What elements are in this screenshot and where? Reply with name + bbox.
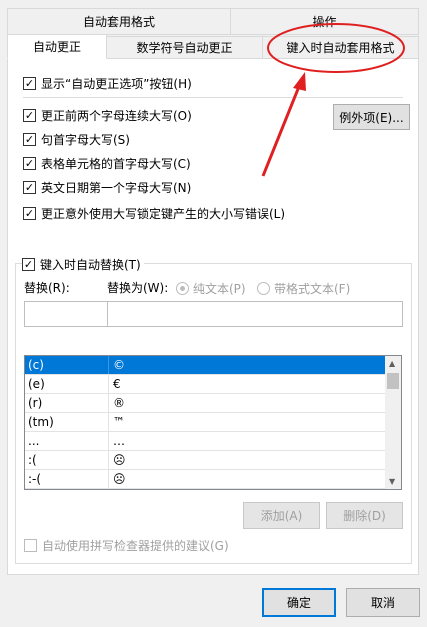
plain-text-label: 纯文本(P) (193, 281, 246, 296)
list-item[interactable]: :-( ☹ (25, 470, 386, 489)
radio-circle (257, 281, 270, 295)
list-item[interactable]: :( ☹ (25, 451, 386, 470)
tab-actions-label: 操作 (312, 15, 337, 29)
list-item-from: (tm) (28, 415, 54, 429)
list-item-from: (r) (28, 396, 43, 410)
list-item-to: © (113, 358, 125, 372)
tab-autoformat-as-you-type-label: 键入时自动套用格式 (286, 41, 395, 55)
checkbox-label: 表格单元格的首字母大写(C) (41, 156, 191, 171)
list-item[interactable]: ... … (25, 432, 386, 451)
delete-button-label: 删除(D) (343, 509, 386, 523)
list-item-from: :-( (28, 472, 42, 486)
checkbox-box: ✓ (23, 108, 36, 122)
formatted-text-label: 带格式文本(F) (274, 281, 351, 296)
tab-actions[interactable]: 操作 (230, 8, 419, 35)
replace-label: 替换(R): (24, 281, 70, 295)
spellcheck-suggestions-checkbox[interactable]: 自动使用拼写检查器提供的建议(G) (24, 536, 229, 554)
checkbox-label: 键入时自动替换(T) (40, 257, 141, 272)
checkbox-label: 句首字母大写(S) (41, 132, 130, 147)
checkbox-label: 更正前两个字母连续大写(O) (41, 108, 192, 123)
list-item-from: (e) (28, 377, 45, 391)
tab-autoformat-label: 自动套用格式 (82, 15, 155, 29)
show-options-buttons-checkbox[interactable]: ✓ 显示“自动更正选项”按钮(H) (23, 74, 192, 92)
checkbox-box: ✓ (23, 156, 36, 170)
list-item-from: :( (28, 453, 37, 467)
radio-circle (176, 281, 189, 295)
checkbox-label: 英文日期第一个字母大写(N) (41, 180, 192, 195)
replacement-list[interactable]: (c) © (e) € (r) ® (tm) ™ ... … :( ☹ :-( … (24, 355, 402, 490)
cancel-button-label: 取消 (370, 596, 395, 610)
checkbox-box (24, 538, 37, 552)
ok-button-label: 确定 (286, 596, 311, 610)
list-item[interactable]: (e) € (25, 375, 386, 394)
list-item-from: (c) (28, 358, 44, 372)
correct-two-initial-capitals-checkbox[interactable]: ✓ 更正前两个字母连续大写(O) (23, 106, 192, 124)
with-input[interactable] (107, 301, 403, 327)
checkbox-box: ✓ (23, 180, 36, 194)
list-item[interactable]: (c) © (25, 356, 386, 375)
radio-dot (180, 285, 185, 291)
scroll-thumb[interactable] (387, 373, 399, 389)
cancel-button[interactable]: 取消 (346, 588, 420, 617)
ok-button[interactable]: 确定 (262, 588, 336, 617)
tab-autocorrect[interactable]: 自动更正 (7, 34, 107, 59)
exceptions-button-label: 例外项(E)... (339, 110, 404, 125)
checkbox-box: ✓ (22, 257, 35, 271)
checkbox-label: 显示“自动更正选项”按钮(H) (41, 76, 192, 91)
tab-math-autocorrect-label: 数学符号自动更正 (136, 41, 233, 55)
checkbox-box: ✓ (23, 76, 36, 90)
tab-autoformat[interactable]: 自动套用格式 (7, 8, 231, 35)
replace-as-you-type-checkbox[interactable]: ✓ 键入时自动替换(T) (22, 255, 144, 273)
tab-autocorrect-label: 自动更正 (32, 40, 81, 54)
correct-caps-lock-checkbox[interactable]: ✓ 更正意外使用大写锁定键产生的大小写错误(L) (23, 204, 285, 222)
separator (23, 97, 403, 98)
list-item[interactable]: (tm) ™ (25, 413, 386, 432)
add-button[interactable]: 添加(A) (243, 502, 320, 529)
checkbox-label: 更正意外使用大写锁定键产生的大小写错误(L) (41, 206, 286, 221)
tab-math-autocorrect[interactable]: 数学符号自动更正 (106, 36, 263, 59)
checkbox-label: 自动使用拼写检查器提供的建议(G) (42, 538, 229, 553)
list-item[interactable]: (r) ® (25, 394, 386, 413)
list-item-to: ☹ (113, 472, 126, 486)
list-item-to: € (113, 377, 121, 391)
plain-text-radio[interactable]: 纯文本(P) (176, 280, 246, 296)
tab-autoformat-as-you-type[interactable]: 键入时自动套用格式 (262, 36, 419, 59)
list-item-to: ☹ (113, 453, 126, 467)
add-button-label: 添加(A) (260, 509, 303, 523)
capitalize-day-names-checkbox[interactable]: ✓ 英文日期第一个字母大写(N) (23, 178, 191, 196)
formatted-text-radio[interactable]: 带格式文本(F) (257, 280, 350, 296)
scroll-down-icon[interactable]: ▼ (389, 477, 395, 486)
delete-button[interactable]: 删除(D) (326, 502, 403, 529)
list-item-to: ™ (113, 415, 125, 429)
replace-input[interactable] (24, 301, 108, 327)
checkbox-box: ✓ (23, 206, 36, 220)
capitalize-table-cells-checkbox[interactable]: ✓ 表格单元格的首字母大写(C) (23, 154, 191, 172)
capitalize-first-letter-sentences-checkbox[interactable]: ✓ 句首字母大写(S) (23, 130, 130, 148)
scroll-up-icon[interactable]: ▲ (389, 359, 395, 368)
list-item-to: … (113, 434, 125, 448)
with-label: 替换为(W): (107, 281, 169, 295)
list-scrollbar[interactable]: ▲ ▼ (385, 356, 401, 489)
exceptions-button[interactable]: 例外项(E)... (333, 104, 410, 130)
checkbox-box: ✓ (23, 132, 36, 146)
list-item-to: ® (113, 396, 125, 410)
list-item-from: ... (28, 434, 40, 448)
